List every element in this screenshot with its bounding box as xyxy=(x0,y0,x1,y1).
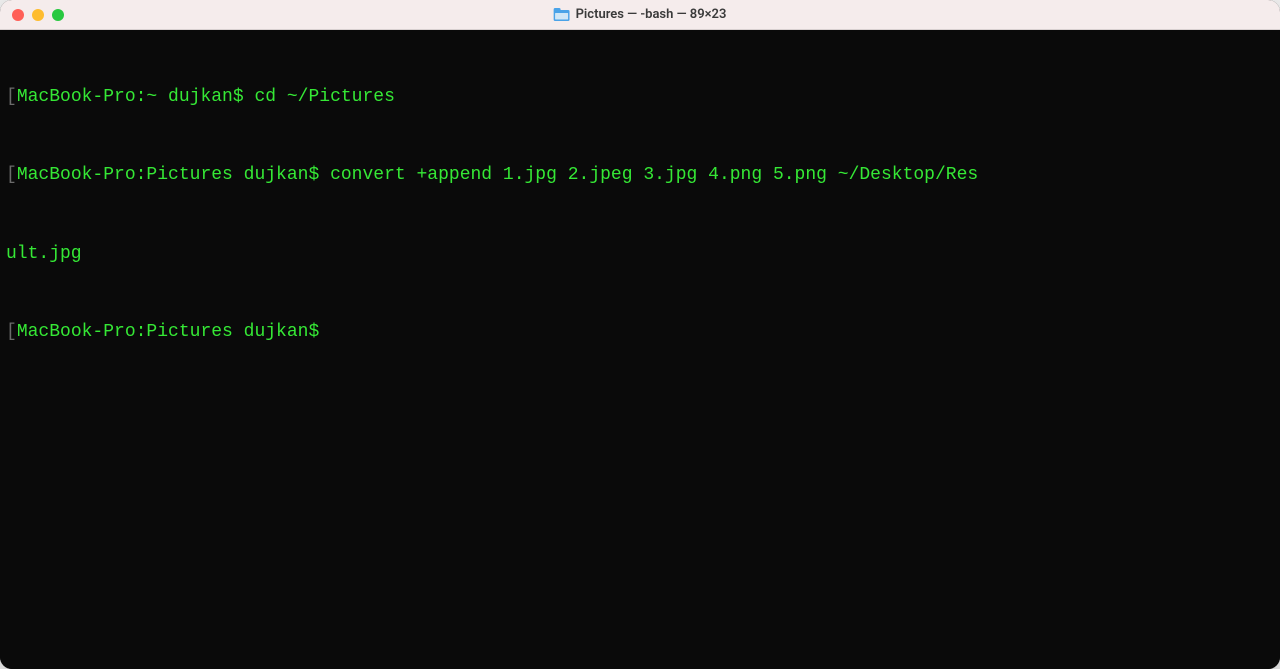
terminal-line: [MacBook-Pro:Pictures dujkan$ convert +a… xyxy=(6,162,1274,188)
terminal-window: Pictures — -bash — 89×23 [MacBook-Pro:~ … xyxy=(0,0,1280,669)
maximize-button[interactable] xyxy=(52,9,64,21)
traffic-lights xyxy=(12,9,64,21)
bracket-open: [ xyxy=(6,165,17,185)
title-area: Pictures — -bash — 89×23 xyxy=(554,7,727,22)
prompt: MacBook-Pro:Pictures dujkan$ xyxy=(17,322,330,342)
folder-icon xyxy=(554,8,570,22)
command: convert +append 1.jpg 2.jpeg 3.jpg 4.png… xyxy=(330,165,978,185)
command-continuation: ult.jpg xyxy=(6,244,82,264)
terminal-line: [MacBook-Pro:~ dujkan$ cd ~/Pictures xyxy=(6,84,1274,110)
window-title: Pictures — -bash — 89×23 xyxy=(576,7,727,22)
minimize-button[interactable] xyxy=(32,9,44,21)
prompt: MacBook-Pro:Pictures dujkan$ xyxy=(17,165,330,185)
terminal-line: [MacBook-Pro:Pictures dujkan$ xyxy=(6,319,1274,345)
prompt: MacBook-Pro:~ dujkan$ xyxy=(17,87,255,107)
close-button[interactable] xyxy=(12,9,24,21)
bracket-open: [ xyxy=(6,87,17,107)
terminal-line-continuation: ult.jpg xyxy=(6,241,1274,267)
titlebar: Pictures — -bash — 89×23 xyxy=(0,0,1280,30)
terminal-body[interactable]: [MacBook-Pro:~ dujkan$ cd ~/Pictures [Ma… xyxy=(0,30,1280,669)
command: cd ~/Pictures xyxy=(254,87,394,107)
bracket-open: [ xyxy=(6,322,17,342)
